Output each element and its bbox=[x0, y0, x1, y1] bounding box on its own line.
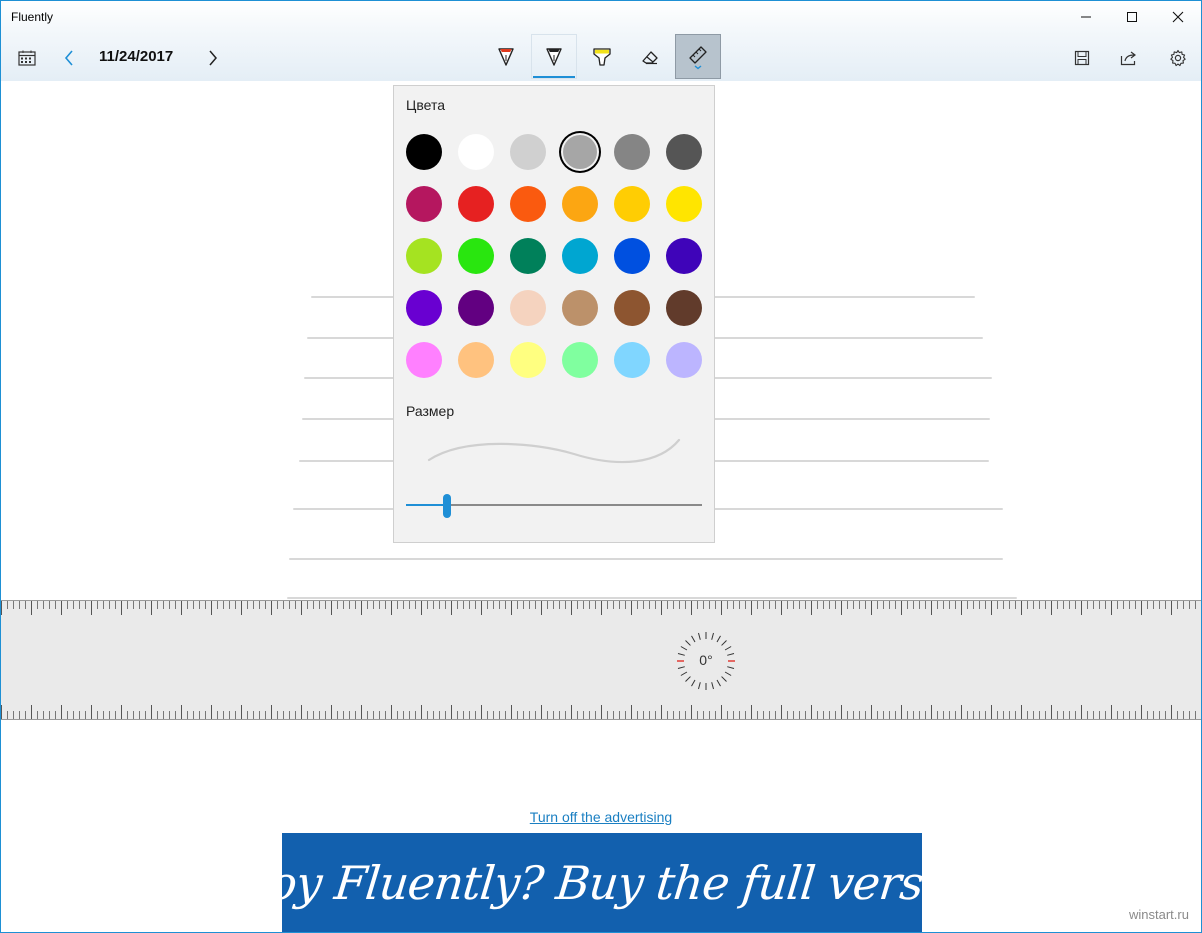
color-swatch[interactable] bbox=[666, 186, 702, 222]
chevron-left-icon bbox=[64, 50, 73, 66]
ruler-major-ticks-top bbox=[1, 601, 1201, 615]
size-label: Размер bbox=[406, 403, 455, 419]
ruler-angle-value: 0° bbox=[699, 652, 713, 668]
dial-tick bbox=[698, 632, 701, 640]
maximize-button[interactable] bbox=[1109, 1, 1155, 33]
ruler[interactable] bbox=[1, 600, 1201, 720]
tool-black-pen[interactable] bbox=[531, 34, 577, 79]
color-swatch[interactable] bbox=[458, 342, 494, 378]
color-swatch[interactable] bbox=[458, 238, 494, 274]
app-window: Fluently 11/24/2017 0° Цвета Размер Turn… bbox=[0, 0, 1202, 933]
dial-tick bbox=[716, 635, 721, 643]
share-icon bbox=[1120, 51, 1136, 66]
color-swatch[interactable] bbox=[458, 134, 494, 170]
highlighter-icon bbox=[593, 47, 611, 66]
minimize-button[interactable] bbox=[1063, 1, 1109, 33]
ink-stroke bbox=[289, 558, 1003, 560]
save-icon bbox=[1074, 50, 1090, 66]
size-slider-thumb[interactable] bbox=[443, 494, 452, 518]
color-swatch[interactable] bbox=[510, 290, 546, 326]
color-swatch[interactable] bbox=[563, 135, 597, 169]
color-swatch[interactable] bbox=[406, 342, 442, 378]
color-swatch[interactable] bbox=[614, 134, 650, 170]
color-swatch[interactable] bbox=[562, 342, 598, 378]
ink-stroke bbox=[287, 597, 1017, 599]
tool-red-pen[interactable] bbox=[483, 34, 529, 79]
calendar-icon bbox=[18, 50, 36, 66]
next-date-button[interactable] bbox=[201, 45, 225, 71]
stroke-preview bbox=[427, 438, 681, 464]
color-swatch[interactable] bbox=[666, 290, 702, 326]
color-swatch[interactable] bbox=[666, 342, 702, 378]
eraser-icon bbox=[642, 50, 658, 64]
ad-banner-text: Enjoy Fluently? Buy the full version! bbox=[282, 856, 922, 910]
calendar-button[interactable] bbox=[13, 45, 41, 71]
watermark: winstart.ru bbox=[1129, 907, 1189, 922]
color-swatch[interactable] bbox=[666, 134, 702, 170]
dial-tick bbox=[724, 646, 732, 651]
maximize-icon bbox=[1127, 12, 1137, 22]
turn-off-ads-link[interactable]: Turn off the advertising bbox=[1, 809, 1201, 825]
chevron-right-icon bbox=[209, 50, 217, 66]
pen-settings-flyout: Цвета Размер bbox=[393, 85, 715, 543]
dial-tick bbox=[680, 671, 688, 676]
color-swatch[interactable] bbox=[562, 290, 598, 326]
share-button[interactable] bbox=[1116, 45, 1142, 71]
dial-tick bbox=[711, 682, 714, 690]
ruler-major-ticks-bottom bbox=[1, 705, 1201, 719]
dial-tick bbox=[685, 640, 691, 646]
color-swatch[interactable] bbox=[614, 186, 650, 222]
color-swatch[interactable] bbox=[458, 186, 494, 222]
dial-tick bbox=[721, 640, 727, 646]
current-date: 11/24/2017 bbox=[99, 48, 174, 65]
colors-label: Цвета bbox=[406, 97, 445, 113]
dial-tick bbox=[691, 635, 696, 643]
dial-tick bbox=[691, 679, 696, 687]
ruler-icon bbox=[689, 45, 707, 69]
dial-tick bbox=[680, 646, 688, 651]
save-button[interactable] bbox=[1069, 45, 1095, 71]
settings-button[interactable] bbox=[1165, 45, 1191, 71]
dial-tick bbox=[716, 679, 721, 687]
color-swatch[interactable] bbox=[614, 342, 650, 378]
color-swatch[interactable] bbox=[666, 238, 702, 274]
color-swatch[interactable] bbox=[510, 134, 546, 170]
color-swatch[interactable] bbox=[510, 342, 546, 378]
color-swatch[interactable] bbox=[458, 290, 494, 326]
ruler-angle-dial[interactable]: 0° bbox=[675, 631, 737, 691]
close-icon bbox=[1172, 11, 1184, 23]
tool-highlighter[interactable] bbox=[579, 34, 625, 79]
dial-tick bbox=[711, 632, 714, 640]
tool-eraser[interactable] bbox=[627, 34, 673, 79]
window-title: Fluently bbox=[11, 10, 54, 24]
color-swatch[interactable] bbox=[510, 238, 546, 274]
previous-date-button[interactable] bbox=[57, 45, 81, 71]
size-slider-fill bbox=[406, 504, 448, 506]
tool-ruler[interactable] bbox=[675, 34, 721, 79]
gear-icon bbox=[1170, 49, 1186, 67]
dial-tick bbox=[685, 676, 691, 682]
dial-tick bbox=[724, 671, 732, 676]
color-swatch[interactable] bbox=[406, 290, 442, 326]
dial-tick bbox=[698, 682, 701, 690]
color-swatch[interactable] bbox=[406, 134, 442, 170]
pen-icon bbox=[546, 47, 562, 66]
color-swatch[interactable] bbox=[406, 238, 442, 274]
close-button[interactable] bbox=[1155, 1, 1201, 33]
color-swatch[interactable] bbox=[614, 290, 650, 326]
color-swatch[interactable] bbox=[510, 186, 546, 222]
color-swatch[interactable] bbox=[562, 186, 598, 222]
color-swatch[interactable] bbox=[614, 238, 650, 274]
ad-banner[interactable]: Enjoy Fluently? Buy the full version! bbox=[282, 833, 922, 932]
pen-icon bbox=[498, 47, 514, 66]
header: Fluently 11/24/2017 bbox=[1, 1, 1201, 81]
color-swatch[interactable] bbox=[562, 238, 598, 274]
dial-tick bbox=[721, 676, 727, 682]
color-swatch[interactable] bbox=[406, 186, 442, 222]
minimize-icon bbox=[1081, 16, 1091, 18]
